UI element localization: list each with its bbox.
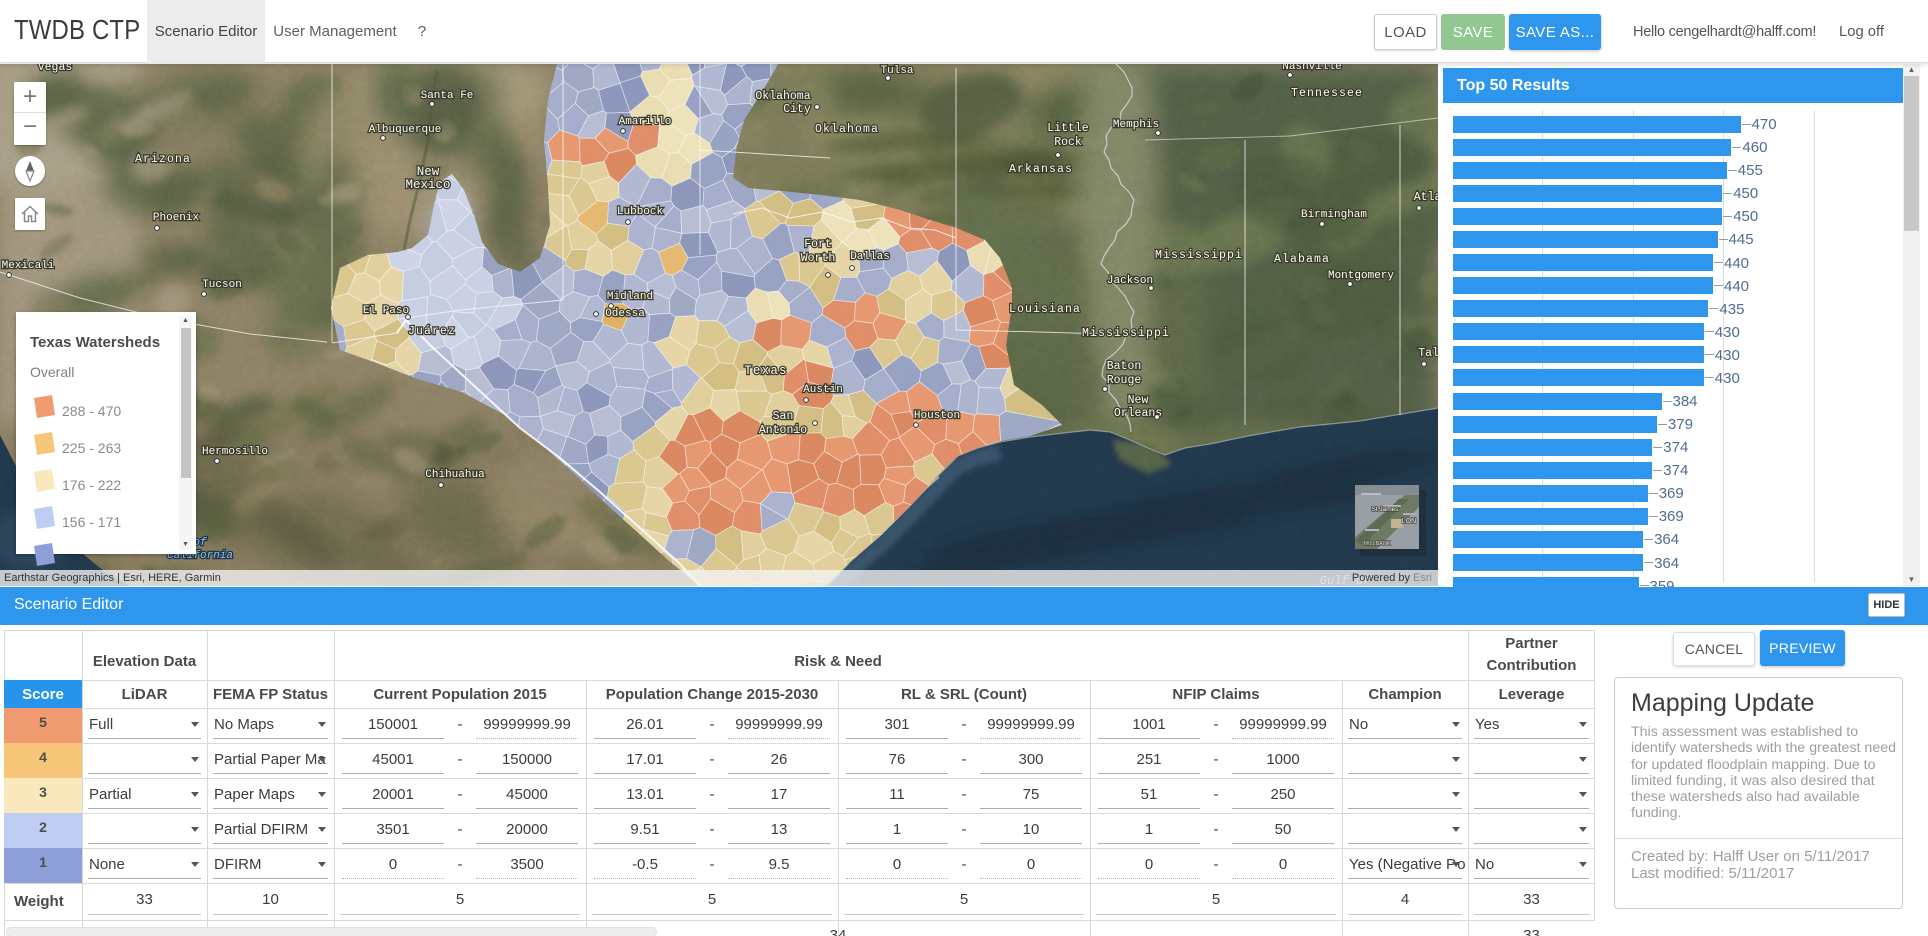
- svg-text:MILLBANK: MILLBANK: [1363, 541, 1391, 547]
- svg-text:LON: LON: [1402, 518, 1416, 525]
- svg-text:St James: St James: [1371, 506, 1399, 513]
